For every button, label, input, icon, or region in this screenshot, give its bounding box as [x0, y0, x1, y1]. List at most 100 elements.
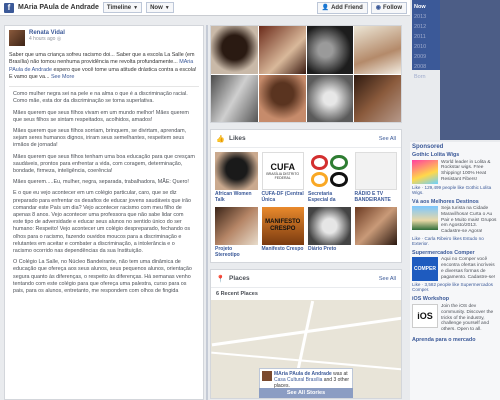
likes-grid: African Women Talk CUFA BRASÍLIA DISTRIT…	[211, 148, 401, 262]
year-item[interactable]: 2011	[414, 33, 438, 42]
page-name[interactable]: Secretaria Especial da	[308, 191, 351, 203]
sponsored-column: Sponsored Gothic Lolita Wigs World leade…	[410, 142, 500, 400]
ad-like-line[interactable]: Like · 129,499 people like Gothic Lolita…	[412, 185, 498, 195]
page-name[interactable]: Projeto Stereotipo	[215, 246, 258, 258]
ad-title[interactable]: Gothic Lolita Wigs	[412, 152, 498, 159]
photo-thumbnail[interactable]	[258, 74, 306, 122]
post-header: Renata Vidal 4 hours ago ◎	[5, 26, 203, 50]
page-thumbnail[interactable]: MANIFESTO CRESPO	[261, 207, 304, 245]
ad-text: World leader in Lolita & Rockstar wigs. …	[441, 159, 491, 182]
liked-page[interactable]: African Women Talk	[215, 152, 258, 203]
see-more-link[interactable]: See More	[51, 74, 74, 80]
add-friend-label: Add Friend	[331, 4, 363, 11]
page-name[interactable]: Manifesto Crespo	[262, 246, 305, 252]
page-thumbnail[interactable]	[215, 152, 258, 190]
comper-logo[interactable]: COMPER	[412, 257, 438, 282]
year-item[interactable]: 2013	[414, 13, 438, 22]
year-item[interactable]: 2012	[414, 23, 438, 32]
paragraph: Como mulher negra sei na pele e na alma …	[13, 91, 188, 105]
ad-title[interactable]: iOS Workshop	[412, 296, 498, 303]
see-all-stories-button[interactable]: See All Stories	[259, 388, 353, 398]
ad-like-line[interactable]: Like · 3,582 people like Supermercados C…	[412, 282, 498, 292]
timeline-post: Renata Vidal 4 hours ago ◎ Saber que uma…	[4, 25, 204, 400]
photo-thumbnail[interactable]	[211, 26, 258, 74]
paragraph: Mães querem.....Eu, mulher, negra, separ…	[13, 179, 189, 186]
ad-image[interactable]	[412, 206, 438, 230]
page-thumbnail[interactable]	[354, 207, 397, 245]
now-dropdown-label: Now	[150, 4, 163, 11]
photo-thumbnail[interactable]	[306, 74, 354, 122]
likes-see-all-link[interactable]: See All	[379, 136, 396, 142]
spiral-shape	[311, 172, 329, 187]
ad-like-line[interactable]: Like · Carla Ribeiro likes Estudo no Ext…	[412, 236, 498, 246]
liked-page[interactable]: Diário Preto	[308, 207, 351, 258]
ad-item[interactable]: Aprenda para o mercado	[412, 337, 498, 344]
places-map[interactable]: MAria PAula de Andrade was at Casa Cultu…	[211, 300, 401, 398]
ad-item[interactable]: Supermercados Comper COMPER Aqui no Comp…	[412, 250, 498, 292]
sponsored-label[interactable]: Sponsored	[412, 144, 498, 150]
ios-logo[interactable]: iOS	[412, 303, 438, 328]
page-thumbnail[interactable]	[308, 152, 351, 190]
year-item[interactable]: 2008	[414, 63, 438, 72]
timeline-dropdown[interactable]: Timeline ▼	[102, 2, 143, 13]
year-item[interactable]: 2009	[414, 53, 438, 62]
page-name[interactable]: RÁDIO E TV BANDEIRANTE	[355, 191, 398, 203]
liked-page[interactable]: Projeto Stereotipo	[215, 207, 258, 258]
cufa-logo-sub: BRASÍLIA DISTRITO FEDERAL	[266, 172, 300, 180]
places-see-all-link[interactable]: See All	[379, 276, 396, 282]
photo-thumbnail[interactable]	[306, 26, 354, 74]
place-story-text: MAria PAula de Andrade was at Casa Cultu…	[274, 371, 350, 389]
photo-thumbnail[interactable]	[354, 26, 401, 74]
page-name[interactable]: African Women Talk	[215, 191, 258, 203]
now-dropdown[interactable]: Now ▼	[146, 2, 174, 13]
follow-button[interactable]: ◉ Follow	[370, 1, 407, 14]
ad-title[interactable]: Aprenda para o mercado	[412, 337, 498, 344]
add-friend-button[interactable]: 👤 Add Friend	[316, 1, 368, 14]
paragraph: E o que eu vejo acontecer em um colégio …	[13, 190, 192, 255]
photo-thumbnail[interactable]	[211, 74, 258, 122]
year-item[interactable]: Born	[414, 73, 438, 82]
liked-page[interactable]: Secretaria Especial da	[308, 152, 351, 203]
page-name[interactable]: CUFA-DF (Central Única	[262, 191, 305, 203]
globe-icon: ◎	[56, 36, 62, 42]
photo-thumbnail[interactable]	[258, 26, 306, 74]
photo-thumbnail[interactable]	[354, 74, 401, 122]
ad-title[interactable]: Vá aos Melhores Destinos	[412, 199, 498, 206]
page-thumbnail[interactable]	[215, 207, 258, 245]
paragraph: Mães querem que seus filhos tenham uma b…	[13, 153, 195, 175]
liked-page[interactable]: RÁDIO E TV BANDEIRANTE	[354, 152, 398, 203]
recent-places-count: 6 Recent Places	[216, 291, 258, 297]
post-intro-text: Saber que uma criança sofreu racismo doi…	[9, 52, 195, 66]
year-item[interactable]: 2010	[414, 43, 438, 52]
page-thumbnail[interactable]	[354, 152, 397, 190]
places-title[interactable]: Places	[229, 275, 250, 282]
liked-page[interactable]: MANIFESTO CRESPO Manifesto Crespo	[261, 207, 305, 258]
page-thumbnail[interactable]	[308, 207, 351, 245]
spiral-shape	[330, 172, 348, 187]
cufa-logo-text: CUFA	[270, 162, 296, 172]
ad-image[interactable]	[412, 159, 438, 184]
spiral-shape	[311, 155, 329, 170]
likes-title[interactable]: Likes	[229, 135, 246, 142]
ad-item[interactable]: Gothic Lolita Wigs World leader in Lolit…	[412, 152, 498, 195]
page-name[interactable]: Diário Preto	[308, 246, 351, 252]
year-navigation: Now 2013 2012 2011 2010 2009 2008 Born	[412, 0, 440, 80]
avatar[interactable]	[9, 30, 25, 46]
photo-grid	[211, 26, 401, 122]
ad-item[interactable]: Vá aos Melhores Destinos Seja turista na…	[412, 199, 498, 246]
timeline-dropdown-label: Timeline	[106, 4, 132, 11]
timeline-header-bar: f MAria PAula de Andrade Timeline ▼ Now …	[0, 0, 410, 16]
ad-text: Seja turista na Cidade Maravilhosa! Curt…	[441, 206, 497, 235]
post-timestamp[interactable]: 4 hours ago ◎	[29, 36, 65, 42]
ad-title[interactable]: Supermercados Comper	[412, 250, 498, 257]
page-thumbnail[interactable]: CUFA BRASÍLIA DISTRITO FEDERAL	[261, 152, 304, 190]
likes-box: 👍 Likes See All African Women Talk CUFA …	[210, 129, 402, 263]
chevron-down-icon: ▼	[164, 4, 170, 11]
profile-name[interactable]: MAria PAula de Andrade	[18, 4, 99, 11]
avatar	[262, 371, 272, 381]
facebook-logo[interactable]: f	[4, 2, 14, 13]
liked-page[interactable]: CUFA BRASÍLIA DISTRITO FEDERAL CUFA-DF (…	[261, 152, 305, 203]
liked-page[interactable]	[354, 207, 397, 258]
ad-item[interactable]: iOS Workshop iOS Join the iOS dev commun…	[412, 296, 498, 332]
year-item-now[interactable]: Now	[414, 3, 438, 12]
